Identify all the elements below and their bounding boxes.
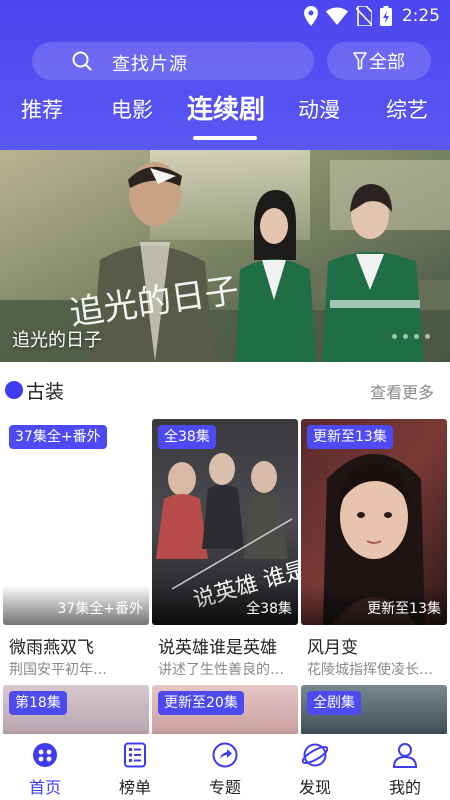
carousel-dot[interactable]	[425, 334, 430, 339]
profile-icon	[392, 743, 418, 768]
episode-badge: 37集全+番外	[9, 425, 107, 449]
see-more-link[interactable]: 查看更多	[370, 379, 434, 403]
card-title[interactable]: 风月变	[307, 633, 358, 658]
tab-recommend[interactable]: 推荐	[0, 88, 84, 136]
bottom-navigation: 首页 榜单 专题 发现 我的	[0, 734, 450, 800]
status-time: 2:25	[401, 6, 440, 26]
carousel-dot[interactable]	[414, 334, 419, 339]
poster-image[interactable]: 说英雄 谁是英雄 全38集 全38集	[152, 419, 298, 625]
poster-image[interactable]: 更新至20集	[152, 685, 298, 735]
battery-icon	[379, 6, 392, 26]
poster-image[interactable]: 第18集	[3, 685, 149, 735]
status-bar: 2:25	[0, 0, 450, 32]
section-header: 古装 查看更多	[0, 372, 450, 408]
wifi-icon	[325, 7, 348, 25]
list-icon	[124, 742, 146, 768]
episode-badge: 更新至20集	[158, 691, 244, 715]
episode-count: 37集全+番外	[57, 601, 143, 617]
home-icon	[33, 743, 57, 767]
nav-label: 发现	[298, 778, 331, 797]
filter-icon	[353, 52, 367, 70]
app-screen: 2:25 查找片源 全部 推荐 电影 连续剧 动漫 综艺 追光的日子 追光的日子…	[0, 0, 450, 800]
nav-ranking[interactable]: 榜单	[90, 740, 180, 798]
carousel-dot[interactable]	[392, 334, 397, 339]
nav-label: 专题	[208, 778, 241, 797]
nav-discover[interactable]: 发现	[270, 740, 360, 798]
section-title: 古装	[26, 381, 65, 403]
episode-badge: 全38集	[158, 425, 216, 449]
nav-label: 首页	[28, 778, 61, 797]
card-description: 花陵城指挥使凌长…	[307, 662, 433, 678]
search-bar[interactable]: 查找片源	[32, 42, 314, 80]
active-tab-indicator	[193, 136, 257, 140]
card-title[interactable]: 微雨燕双飞	[9, 633, 94, 658]
carousel-indicator[interactable]	[392, 334, 430, 339]
carousel-dot[interactable]	[403, 334, 408, 339]
poster-image[interactable]: 37集全+番外 37集全+番外	[3, 419, 149, 625]
poster-image[interactable]: 更新至13集 更新至13集	[301, 419, 447, 625]
nav-topics[interactable]: 专题	[180, 740, 270, 798]
filter-button[interactable]: 全部	[327, 42, 431, 80]
location-icon	[303, 6, 318, 26]
tab-anime[interactable]: 动漫	[276, 88, 362, 136]
no-sim-icon	[355, 6, 372, 26]
banner-caption: 追光的日子	[12, 330, 102, 351]
episode-badge: 更新至13集	[307, 425, 393, 449]
nav-label: 榜单	[118, 778, 151, 797]
discover-icon	[302, 743, 328, 767]
episode-badge: 全剧集	[307, 691, 361, 715]
header: 2:25 查找片源 全部 推荐 电影 连续剧 动漫 综艺	[0, 0, 450, 150]
section-marker	[5, 381, 23, 399]
featured-banner[interactable]: 追光的日子 追光的日子	[0, 150, 450, 362]
tab-variety[interactable]: 综艺	[364, 88, 450, 136]
topic-icon	[212, 742, 238, 768]
tab-series[interactable]: 连续剧	[176, 88, 276, 136]
search-placeholder: 查找片源	[112, 54, 188, 75]
episode-count: 全38集	[246, 601, 292, 617]
card-description: 讲述了生性善良的…	[158, 662, 284, 678]
category-tabs: 推荐 电影 连续剧 动漫 综艺	[0, 88, 450, 140]
card-description: 荆国安平初年…	[9, 662, 107, 678]
poster-image[interactable]: 全剧集	[301, 685, 447, 735]
search-icon	[72, 51, 92, 71]
episode-badge: 第18集	[9, 691, 67, 715]
episode-count: 更新至13集	[367, 601, 441, 617]
nav-profile[interactable]: 我的	[360, 740, 450, 798]
filter-label: 全部	[369, 52, 405, 73]
nav-label: 我的	[388, 778, 421, 797]
card-title[interactable]: 说英雄谁是英雄	[158, 633, 277, 658]
tab-movies[interactable]: 电影	[88, 88, 176, 136]
nav-home[interactable]: 首页	[0, 740, 90, 798]
status-icons: 2:25	[303, 5, 440, 27]
